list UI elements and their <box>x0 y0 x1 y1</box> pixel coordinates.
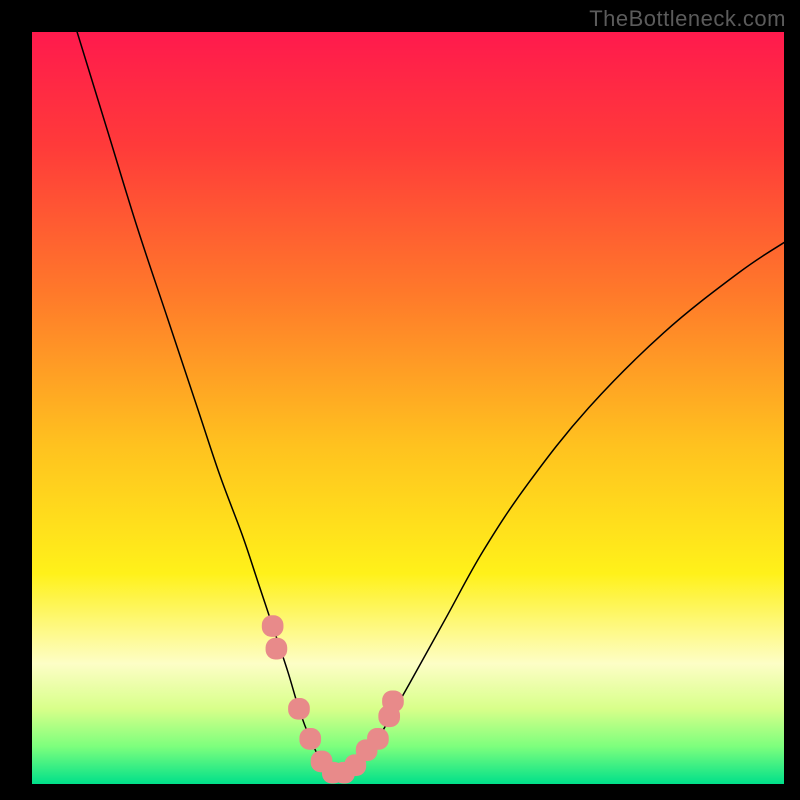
chart-background <box>32 32 784 784</box>
threshold-marker <box>266 638 288 660</box>
threshold-marker <box>382 690 404 712</box>
plot-area <box>32 32 784 784</box>
chart-frame: TheBottleneck.com <box>0 0 800 800</box>
threshold-marker <box>262 615 284 637</box>
threshold-marker <box>299 728 321 750</box>
threshold-marker <box>288 698 310 720</box>
threshold-marker <box>367 728 389 750</box>
chart-svg <box>32 32 784 784</box>
watermark-text: TheBottleneck.com <box>589 6 786 32</box>
